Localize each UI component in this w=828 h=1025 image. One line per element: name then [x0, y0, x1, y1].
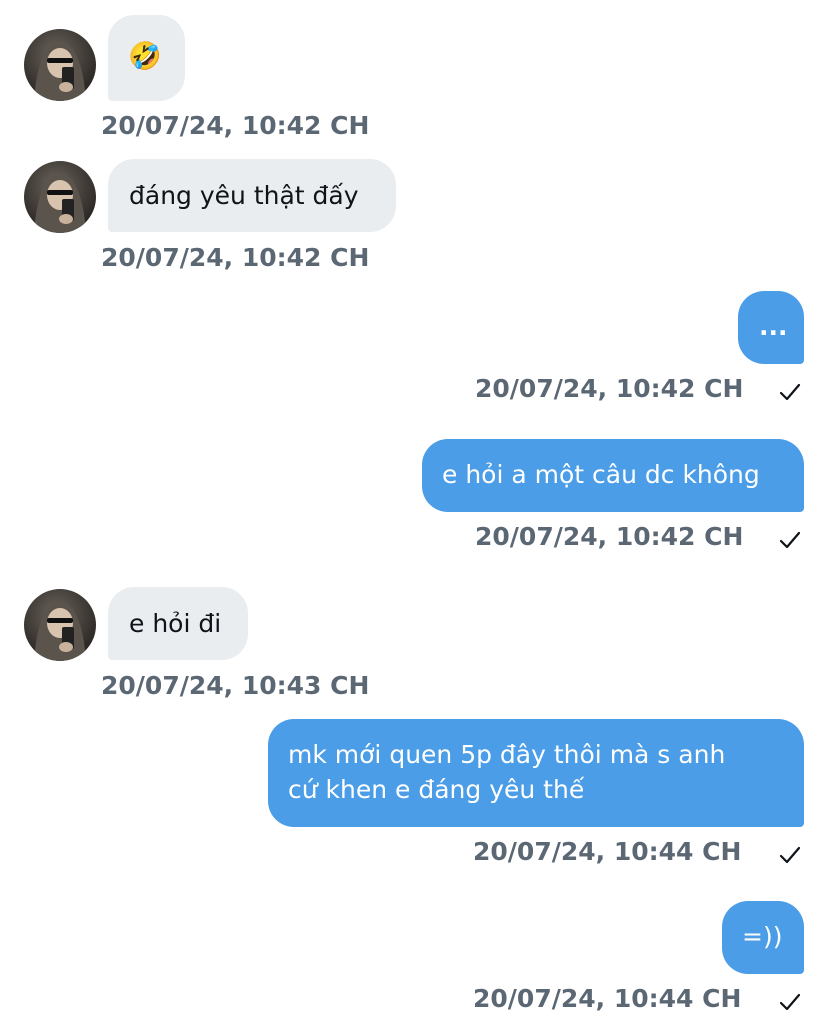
- sender-avatar[interactable]: [24, 161, 96, 233]
- message-timestamp: 20/07/24, 10:42 CH: [475, 374, 744, 403]
- message-text: e hỏi đi: [129, 609, 222, 638]
- checkmark-icon: [779, 383, 801, 401]
- message-text: e hỏi a một câu dc không: [442, 460, 760, 489]
- sender-avatar[interactable]: [24, 589, 96, 661]
- message-text: 🤣: [128, 41, 162, 72]
- message-bubble[interactable]: e hỏi a một câu dc không: [422, 439, 804, 512]
- checkmark-icon: [779, 846, 801, 864]
- message-timestamp: 20/07/24, 10:44 CH: [473, 984, 742, 1013]
- message-bubble[interactable]: =)): [722, 901, 804, 974]
- message-text: ...: [759, 312, 788, 341]
- message-text-line: mk mới quen 5p đây thôi mà s anh: [288, 740, 726, 769]
- message-text: =)): [742, 922, 783, 951]
- message-bubble[interactable]: e hỏi đi: [108, 587, 248, 660]
- message-text: đáng yêu thật đấy: [129, 181, 359, 210]
- checkmark-icon: [779, 993, 801, 1011]
- message-bubble[interactable]: mk mới quen 5p đây thôi mà s anh cứ khen…: [268, 719, 804, 827]
- message-timestamp: 20/07/24, 10:42 CH: [101, 111, 370, 140]
- message-text-line: cứ khen e đáng yêu thế: [288, 775, 585, 804]
- message-bubble[interactable]: ...: [738, 291, 804, 364]
- message-timestamp: 20/07/24, 10:42 CH: [101, 243, 370, 272]
- checkmark-icon: [779, 531, 801, 549]
- sender-avatar[interactable]: [24, 29, 96, 101]
- message-bubble[interactable]: đáng yêu thật đấy: [108, 159, 396, 232]
- message-timestamp: 20/07/24, 10:44 CH: [473, 837, 742, 866]
- message-timestamp: 20/07/24, 10:42 CH: [475, 522, 744, 551]
- message-bubble[interactable]: 🤣: [108, 15, 185, 101]
- message-timestamp: 20/07/24, 10:43 CH: [101, 671, 370, 700]
